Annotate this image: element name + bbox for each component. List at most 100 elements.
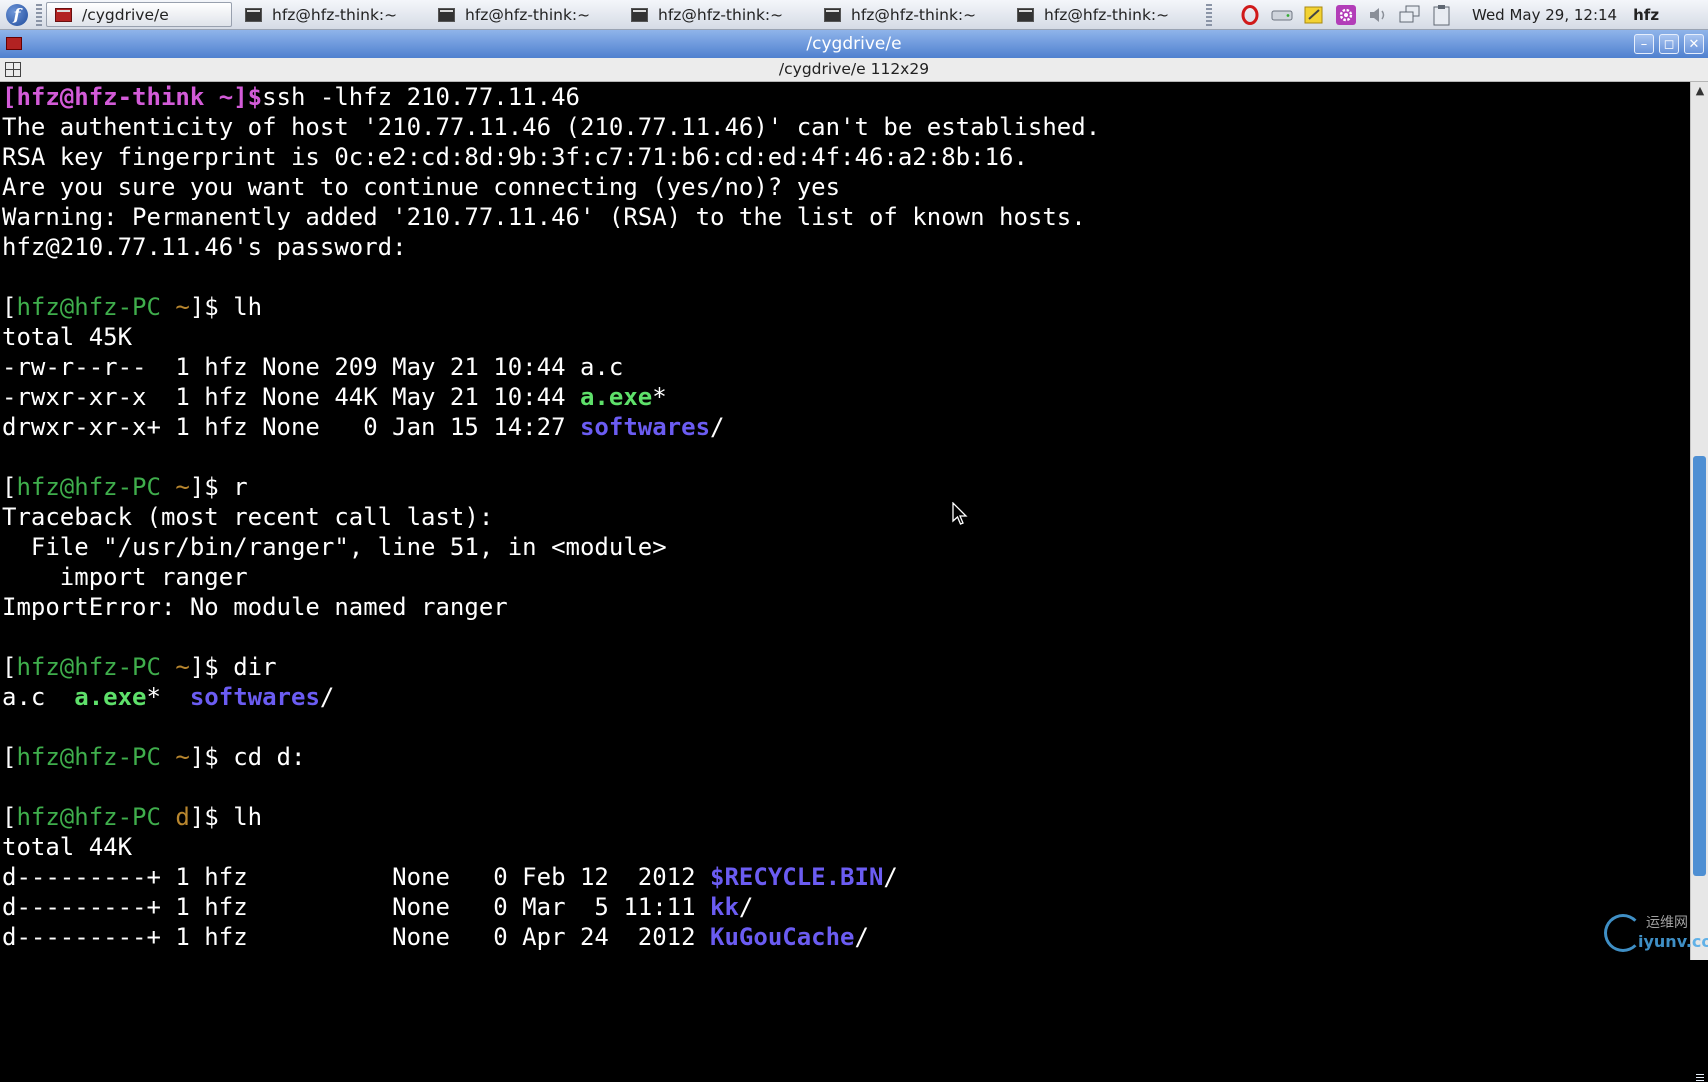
terminal-text-segment: ~ xyxy=(160,743,190,771)
taskbar: f /cygdrive/e hfz@hfz-think:~ hfz@hfz-th… xyxy=(0,0,1708,30)
terminal-text-segment: / xyxy=(883,863,898,891)
terminal-text-segment: / xyxy=(738,893,754,921)
watermark-cn: 运维网 xyxy=(1646,915,1688,931)
terminal-text-segment: ]$ cd d: xyxy=(189,743,306,771)
terminal-infobar: /cygdrive/e 112x29 xyxy=(0,58,1708,82)
terminal-output: [hfz@hfz-think ~]$ssh -lhfz 210.77.11.46… xyxy=(2,82,1100,952)
terminal-line: hfz@210.77.11.46's password: xyxy=(2,232,1100,262)
terminal-text-segment: [ xyxy=(2,803,17,831)
terminal-text-segment: a.exe xyxy=(579,383,653,411)
terminal-text-segment: softwares xyxy=(579,413,711,441)
terminal-area[interactable]: [hfz@hfz-think ~]$ssh -lhfz 210.77.11.46… xyxy=(0,82,1690,960)
terminal-line: a.c a.exe* softwares/ xyxy=(2,682,1100,712)
terminal-line: [hfz@hfz-PC ~]$ lh xyxy=(2,292,1100,322)
terminal-line: drwxr-xr-x+ 1 hfz None 0 Jan 15 14:27 so… xyxy=(2,412,1100,442)
task-button-terminal-3[interactable]: hfz@hfz-think:~ xyxy=(623,2,811,27)
terminal-text-segment: total 45K xyxy=(2,323,133,351)
terminal-text-segment: ]$ r xyxy=(189,473,248,501)
notes-icon[interactable] xyxy=(1303,4,1325,26)
terminal-text-segment: hfz@hfz-PC xyxy=(16,293,161,321)
terminal-line: Are you sure you want to continue connec… xyxy=(2,172,1100,202)
watermark-url: iyunv.com xyxy=(1638,932,1708,951)
terminal-line: -rw-r--r-- 1 hfz None 209 May 21 10:44 a… xyxy=(2,352,1100,382)
terminal-line: [hfz@hfz-PC ~]$ dir xyxy=(2,652,1100,682)
settings-icon[interactable] xyxy=(1335,4,1357,26)
terminal-text-segment: d---------+ 1 hfz None 0 Feb 12 2012 xyxy=(2,863,711,891)
maximize-button[interactable]: ◻ xyxy=(1659,34,1679,54)
terminal-text-segment: Traceback (most recent call last): xyxy=(2,503,494,531)
terminal-text-segment: ]$ lh xyxy=(189,293,263,321)
terminal-text-segment: / xyxy=(710,413,725,441)
terminal-text-segment: Warning: Permanently added '210.77.11.46… xyxy=(2,203,1086,231)
terminal-line: import ranger xyxy=(2,562,1100,592)
terminal-text-segment: -rw-r--r-- 1 hfz None 209 May 21 10:44 a… xyxy=(2,353,624,381)
terminal-scrollbar[interactable]: ▲ xyxy=(1690,82,1708,1082)
start-menu-button[interactable]: f xyxy=(2,1,32,29)
terminal-icon xyxy=(245,7,262,22)
terminal-text-segment: kk xyxy=(710,893,739,921)
task-button-terminal-1[interactable]: hfz@hfz-think:~ xyxy=(237,2,425,27)
taskbar-grip[interactable] xyxy=(36,3,42,26)
scrollbar-thumb[interactable] xyxy=(1693,456,1706,1082)
terminal-text-segment: hfz@210.77.11.46's password: xyxy=(2,233,407,261)
clock[interactable]: Wed May 29, 12:14 xyxy=(1472,6,1617,24)
task-button-terminal-5[interactable]: hfz@hfz-think:~ xyxy=(1009,2,1197,27)
task-button-terminal-2[interactable]: hfz@hfz-think:~ xyxy=(430,2,618,27)
terminal-text-segment: d xyxy=(160,803,190,831)
terminal-text-segment: Are you sure you want to continue connec… xyxy=(2,173,841,201)
terminal-text-segment: * xyxy=(652,383,667,411)
terminal-text-segment: ~ xyxy=(160,473,190,501)
task-label: hfz@hfz-think:~ xyxy=(465,5,591,24)
terminal-text-segment: $RECYCLE.BIN xyxy=(710,863,884,891)
close-button[interactable]: ✕ xyxy=(1684,34,1704,54)
terminal-line: File "/usr/bin/ranger", line 51, in <mod… xyxy=(2,532,1100,562)
scrollbar-grip-icon xyxy=(1696,1074,1704,1082)
window-title: /cygdrive/e xyxy=(806,34,902,54)
terminal-text-segment: a.c xyxy=(2,683,75,711)
clipboard-icon[interactable] xyxy=(1431,4,1453,26)
terminal-line: d---------+ 1 hfz None 0 Mar 5 11:11 kk/ xyxy=(2,892,1100,922)
terminal-text-segment: / xyxy=(854,923,869,951)
terminal-text-segment: [ xyxy=(2,743,17,771)
task-button-cygdrive[interactable]: /cygdrive/e xyxy=(46,2,232,27)
terminal-text-segment: ImportError: No module named ranger xyxy=(2,593,508,621)
task-button-terminal-4[interactable]: hfz@hfz-think:~ xyxy=(816,2,1004,27)
drive-icon[interactable] xyxy=(1271,4,1293,26)
terminal-icon xyxy=(438,7,455,22)
terminal-line: -rwxr-xr-x 1 hfz None 44K May 21 10:44 a… xyxy=(2,382,1100,412)
tray-grip xyxy=(1206,3,1212,26)
terminal-line: ImportError: No module named ranger xyxy=(2,592,1100,622)
task-label: hfz@hfz-think:~ xyxy=(272,5,398,24)
terminal-line: [hfz@hfz-PC ~]$ cd d: xyxy=(2,742,1100,772)
terminal-size-label: /cygdrive/e 112x29 xyxy=(778,60,930,78)
terminal-text-segment: d---------+ 1 hfz None 0 Mar 5 11:11 xyxy=(2,893,711,921)
terminal-text-segment: [hfz@hfz-think ~]$ xyxy=(2,83,263,111)
terminal-text-segment: a.exe xyxy=(74,683,147,711)
terminal-text-segment: ]$ dir xyxy=(189,653,277,681)
window-controls: – ◻ ✕ xyxy=(1629,34,1704,54)
terminal-text-segment: -rwxr-xr-x 1 hfz None 44K May 21 10:44 xyxy=(2,383,580,411)
volume-icon[interactable] xyxy=(1367,4,1389,26)
network-icon[interactable] xyxy=(1399,4,1421,26)
terminal-line: total 44K xyxy=(2,832,1100,862)
site-watermark: 运维网 iyunv.com xyxy=(1604,910,1708,956)
terminal-text-segment: hfz@hfz-PC xyxy=(16,653,161,681)
scroll-up-arrow-icon[interactable]: ▲ xyxy=(1692,82,1708,100)
watermark-logo-icon xyxy=(1604,914,1642,952)
terminal-text-segment: The authenticity of host '210.77.11.46 (… xyxy=(2,113,1101,141)
system-tray xyxy=(1234,4,1458,26)
terminal-text-segment: hfz@hfz-PC xyxy=(16,803,161,831)
window-titlebar[interactable]: /cygdrive/e – ◻ ✕ xyxy=(0,30,1708,58)
user-menu[interactable]: hfz xyxy=(1633,6,1659,24)
terminal-text-segment: hfz@hfz-PC xyxy=(16,473,161,501)
opera-icon[interactable] xyxy=(1239,4,1261,26)
terminal-text-segment: ssh -lhfz 210.77.11.46 xyxy=(262,83,580,111)
terminal-text-segment: ~ xyxy=(160,653,190,681)
terminal-text-segment: ~ xyxy=(160,293,190,321)
minimize-button[interactable]: – xyxy=(1634,34,1654,54)
